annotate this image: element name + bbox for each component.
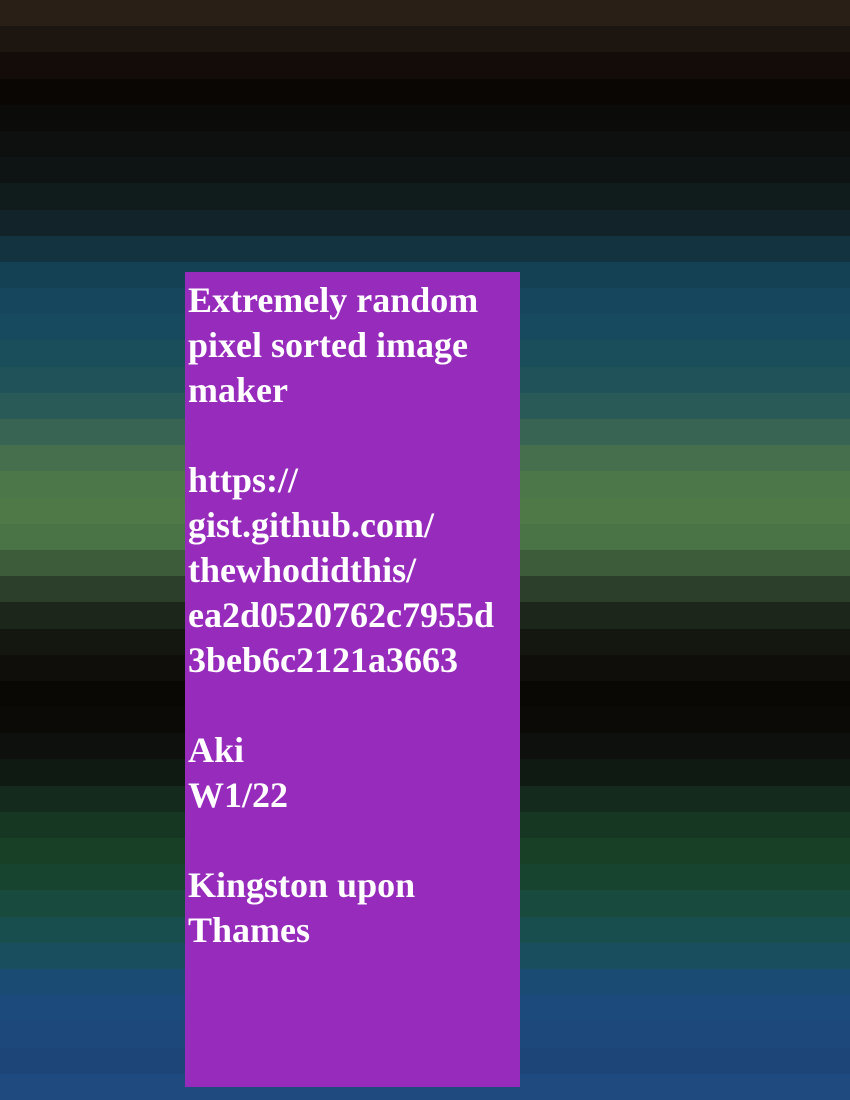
background-stripe — [0, 26, 850, 53]
url-line-2: gist.github.com/ — [188, 505, 435, 545]
background-stripe — [0, 235, 850, 262]
location-line-1: Kingston upon — [188, 865, 416, 905]
background-stripe — [0, 104, 850, 131]
url-line-3: thewhodidthis/ — [188, 550, 417, 590]
url-line-4: ea2d0520762c7955d — [188, 595, 494, 635]
background-stripe — [0, 78, 850, 105]
url-line-1: https:// — [188, 460, 299, 500]
background-stripe — [0, 52, 850, 79]
title-line-1: Extremely random — [188, 280, 479, 320]
background-stripe — [0, 183, 850, 210]
url-line-5: 3beb6c2121a3663 — [188, 640, 458, 680]
title-line-3: maker — [188, 370, 288, 410]
background-stripe — [0, 130, 850, 158]
location-line-2: Thames — [188, 910, 311, 950]
background-stripe — [0, 0, 850, 27]
background-stripe — [0, 209, 850, 236]
title-line-2: pixel sorted image — [188, 325, 468, 365]
pixel-sorted-canvas: Extremely random pixel sorted image make… — [0, 0, 850, 1100]
info-panel: Extremely random pixel sorted image make… — [185, 272, 520, 1087]
background-stripe — [0, 157, 850, 184]
author-week: W1/22 — [188, 775, 289, 815]
author-name: Aki — [188, 730, 245, 770]
